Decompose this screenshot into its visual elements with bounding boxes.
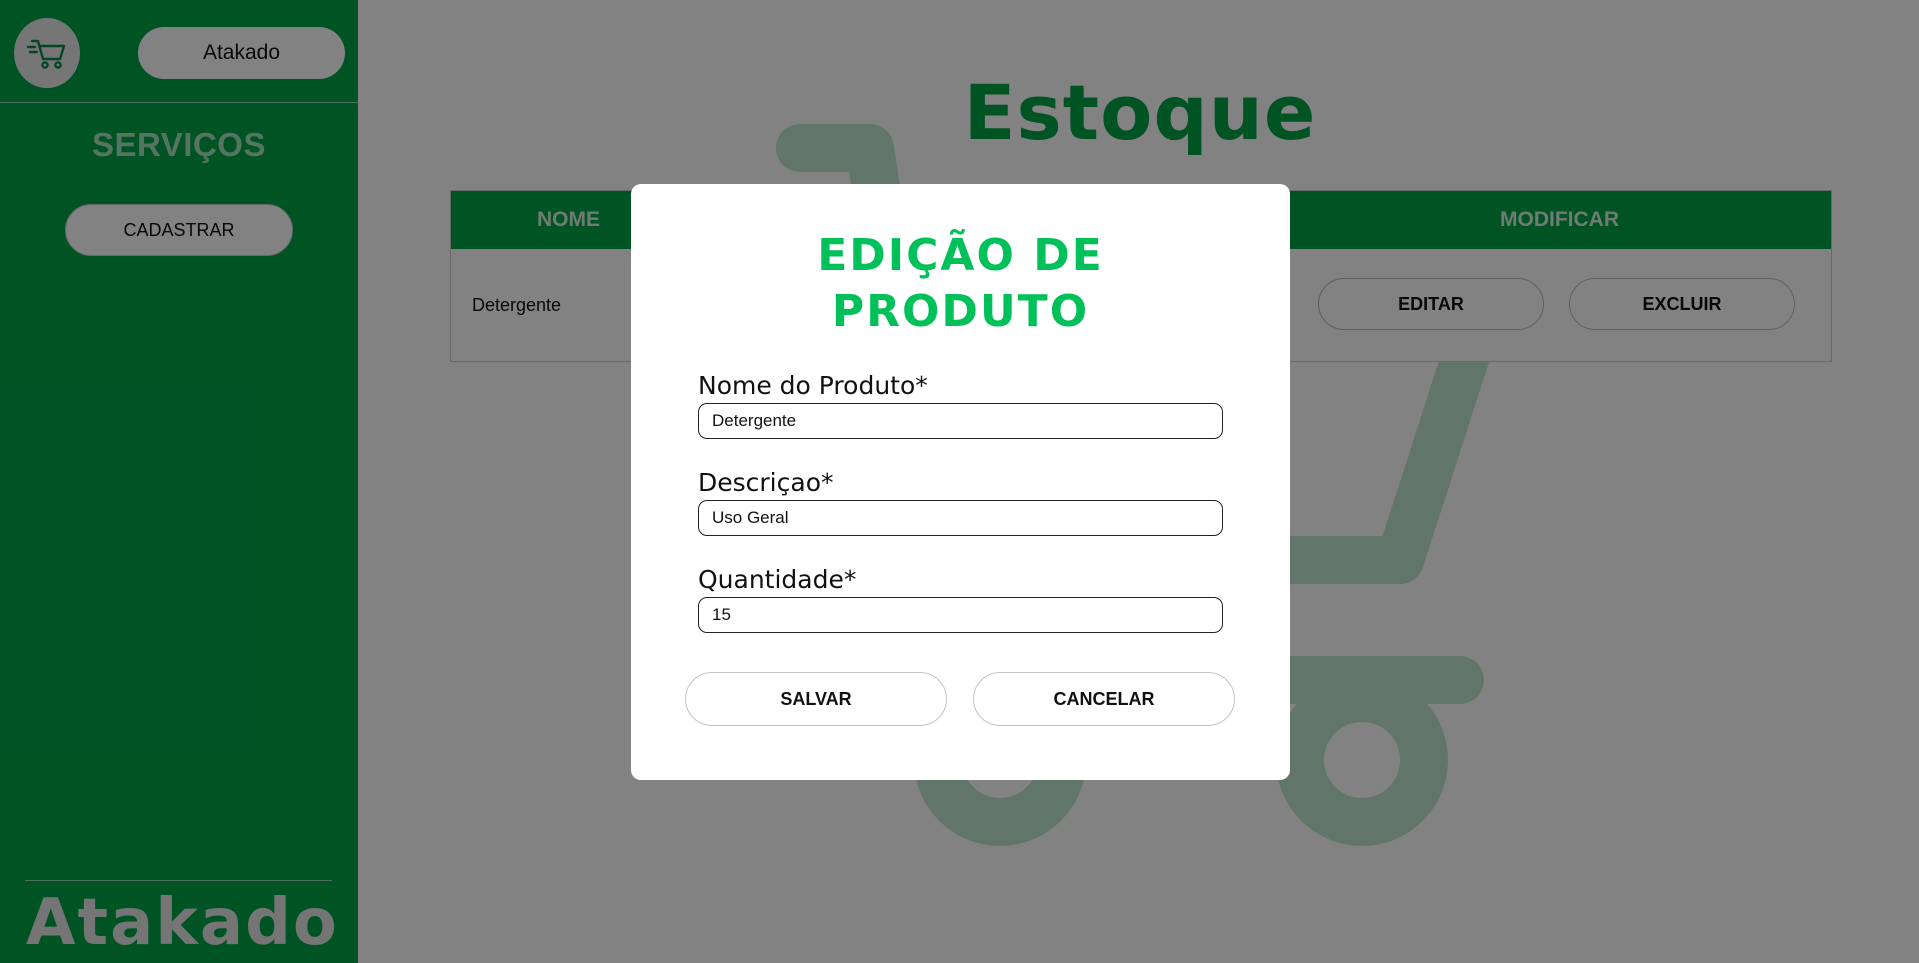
edit-product-modal: EDIÇÃO DE PRODUTO Nome do Produto* Descr… [631, 184, 1290, 780]
quantity-label: Quantidade* [698, 565, 857, 594]
description-label: Descriçao* [698, 468, 834, 497]
description-input[interactable] [698, 500, 1223, 536]
save-button[interactable]: SALVAR [685, 672, 947, 726]
modal-title-line-1: EDIÇÃO DE [817, 230, 1104, 281]
modal-title: EDIÇÃO DE PRODUTO [631, 228, 1290, 340]
product-name-label: Nome do Produto* [698, 371, 928, 400]
cancel-button[interactable]: CANCELAR [973, 672, 1235, 726]
product-name-input[interactable] [698, 403, 1223, 439]
quantity-input[interactable] [698, 597, 1223, 633]
modal-title-line-2: PRODUTO [831, 286, 1090, 337]
